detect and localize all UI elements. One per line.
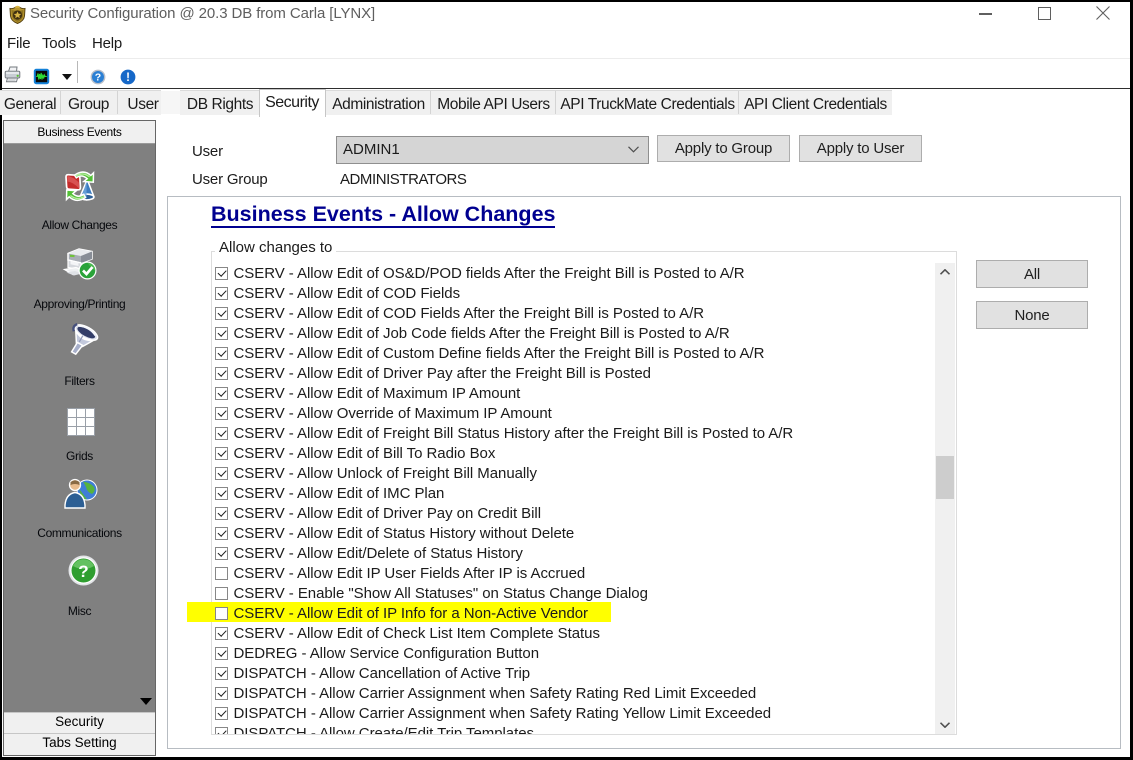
svg-text:!: ! xyxy=(126,72,130,84)
svg-text:?: ? xyxy=(95,72,101,84)
svg-text:?: ? xyxy=(78,562,88,581)
